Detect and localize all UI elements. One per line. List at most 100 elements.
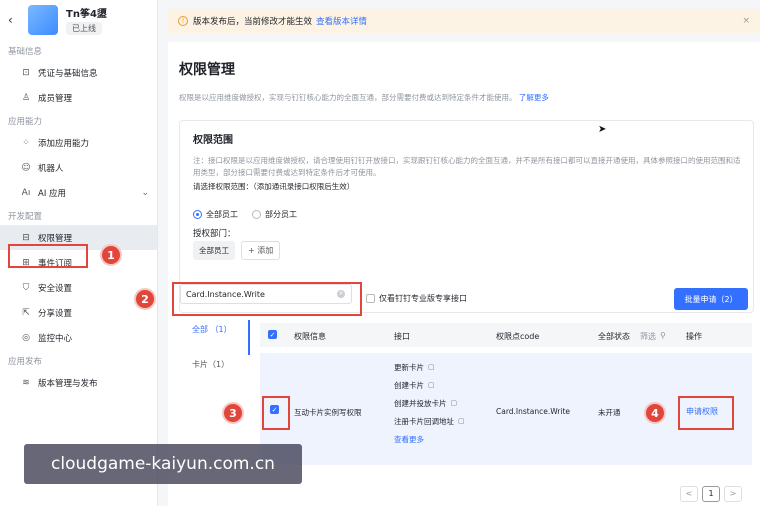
search-icon[interactable]: ⚲ (660, 331, 666, 340)
more-interfaces-link[interactable]: 查看更多 (394, 430, 465, 448)
annotation-box-2 (172, 282, 362, 316)
header-interface: 接口 (394, 332, 410, 341)
learn-more-link[interactable]: 了解更多 (519, 93, 549, 102)
app-logo (28, 5, 58, 35)
header-status[interactable]: 全部状态 (598, 331, 630, 342)
header-code: 权限点code (496, 332, 540, 341)
header-ops: 操作 (686, 332, 702, 341)
row-info: 互动卡片实例写权限 (294, 408, 362, 417)
layers-icon: ≋ (22, 377, 30, 388)
watermark: cloudgame-kaiyun.com.cn (24, 444, 302, 484)
permission-table: ✓ 权限信息 接口 权限点code 全部状态 筛选 ⚲ 操作 ✓ 互动卡片实例写… (260, 323, 752, 465)
sidebar-item-label: 凭证与基础信息 (38, 68, 98, 79)
scope-choose-label: 请选择权限范围：（添加通讯录接口权限后生效） (193, 182, 355, 191)
sidebar-item-label: 安全设置 (38, 283, 73, 294)
next-page-button[interactable]: > (724, 486, 742, 502)
interface-label: 更新卡片 (394, 362, 424, 372)
group-basic: 基础信息 (8, 47, 43, 57)
app-name: Tn筝4盨 (66, 9, 107, 20)
pro-only-filter[interactable]: 仅看钉钉专业版专享接口 (366, 293, 467, 304)
batch-apply-button[interactable]: 批量申请（2） (674, 288, 748, 310)
pagination: < 1 > (680, 486, 742, 502)
interface-label: 创建卡片 (394, 380, 424, 390)
sidebar-item-credentials[interactable]: ⊡ 凭证与基础信息 (0, 60, 157, 85)
page-number-button[interactable]: 1 (702, 486, 720, 502)
sidebar-item-ai-app[interactable]: Aı AI 应用 ⌄ (0, 180, 157, 205)
dept-row: 全部员工 + 添加 (193, 241, 281, 260)
prev-page-button[interactable]: < (680, 486, 698, 502)
radio-on-icon (193, 210, 202, 219)
category-tabs: 全部 （1） 卡片（1） (180, 320, 250, 390)
dept-tag: 全部员工 (193, 241, 235, 260)
row-code: Card.Instance.Write (496, 407, 571, 416)
app-status-badge: 已上线 (66, 22, 102, 35)
sidebar-item-label: 机器人 (38, 163, 64, 174)
sidebar-item-monitor[interactable]: ◎ 监控中心 (0, 325, 157, 350)
pro-only-label: 仅看钉钉专业版专享接口 (379, 294, 467, 303)
page-desc-text: 权限是以应用维度做授权，实现与钉钉核心能力的全面互通，部分需要付费或达到特定条件… (179, 93, 517, 102)
table-header: ✓ 权限信息 接口 权限点code 全部状态 筛选 ⚲ 操作 (260, 323, 752, 347)
scope-note: 注：接口权限是以应用维度做授权，请合理使用钉钉开放接口，实现跟钉钉核心能力的全面… (193, 156, 741, 177)
ai-icon: Aı (21, 187, 31, 198)
annotation-box-1 (8, 244, 88, 268)
doc-icon: ▢ (428, 381, 435, 389)
step-badge-4: 4 (644, 402, 666, 424)
interface-item[interactable]: 创建并投放卡片 ▢ (394, 394, 465, 412)
robot-icon: ☺ (21, 162, 31, 173)
annotation-box-3 (262, 396, 290, 430)
radio-off-icon (252, 210, 261, 219)
close-icon[interactable]: × (742, 16, 750, 26)
step-badge-3: 3 (222, 402, 244, 424)
interface-label: 创建并投放卡片 (394, 398, 447, 408)
tab-all[interactable]: 全部 （1） (180, 320, 250, 355)
app-meta: Tn筝4盨 已上线 (66, 5, 107, 35)
sidebar-item-robot[interactable]: ☺ 机器人 (0, 155, 157, 180)
interface-label: 注册卡片回调地址 (394, 416, 454, 426)
annotation-box-4 (678, 396, 734, 430)
sidebar-item-label: 权限管理 (38, 233, 73, 244)
radio-part-staff[interactable]: 部分员工 (252, 209, 297, 220)
publish-banner: ! 版本发布后，当前修改才能生效 查看版本详情 × (168, 9, 760, 33)
scope-radio-group: 全部员工 部分员工 (193, 209, 297, 220)
add-dept-button[interactable]: + 添加 (241, 241, 281, 260)
info-icon: ! (178, 16, 188, 26)
more-link-label: 查看更多 (394, 434, 424, 444)
step-badge-2: 2 (134, 288, 156, 310)
sidebar-item-label: 分享设置 (38, 308, 73, 319)
sidebar-item-share[interactable]: ⇱ 分享设置 (0, 300, 157, 325)
doc-icon: ▢ (428, 363, 435, 371)
sidebar-item-label: AI 应用 (38, 188, 67, 199)
tab-card[interactable]: 卡片（1） (180, 355, 250, 390)
sidebar-item-versions[interactable]: ≋ 版本管理与发布 (0, 370, 157, 395)
cursor-icon: ➤ (598, 124, 607, 135)
grid-icon: ⁘ (22, 137, 30, 148)
sidebar-item-label: 监控中心 (38, 333, 73, 344)
person-icon: ♙ (21, 92, 31, 103)
interface-item[interactable]: 注册卡片回调地址 ▢ (394, 412, 465, 430)
app-header: ‹ Tn筝4盨 已上线 (0, 0, 157, 40)
banner-link[interactable]: 查看版本详情 (316, 15, 367, 27)
share-icon: ⇱ (22, 307, 30, 318)
select-all-checkbox[interactable]: ✓ (268, 330, 277, 339)
banner-text: 版本发布后，当前修改才能生效 (193, 17, 313, 27)
radio-all-staff[interactable]: 全部员工 (193, 209, 238, 220)
doc-icon: ▢ (458, 417, 465, 425)
monitor-icon: ◎ (22, 332, 30, 343)
header-filter[interactable]: 筛选 (640, 331, 656, 342)
header-info: 权限信息 (294, 332, 326, 341)
interface-item[interactable]: 更新卡片 ▢ (394, 358, 465, 376)
page-description: 权限是以应用维度做授权，实现与钉钉核心能力的全面互通，部分需要付费或达到特定条件… (179, 92, 549, 103)
sidebar-item-label: 成员管理 (38, 93, 73, 104)
back-icon[interactable]: ‹ (8, 13, 18, 27)
page-title: 权限管理 (179, 62, 235, 78)
group-ability: 应用能力 (8, 117, 43, 127)
radio-label: 部分员工 (265, 210, 297, 219)
sidebar-item-members[interactable]: ♙ 成员管理 (0, 85, 157, 110)
sidebar-item-label: 版本管理与发布 (38, 378, 98, 389)
chevron-down-icon: ⌄ (141, 187, 149, 198)
interface-item[interactable]: 创建卡片 ▢ (394, 376, 465, 394)
credential-icon: ⊡ (22, 67, 30, 78)
group-dev: 开发配置 (8, 212, 43, 222)
sidebar-item-add-ability[interactable]: ⁘ 添加应用能力 (0, 130, 157, 155)
row-status: 未开通 (598, 408, 621, 417)
